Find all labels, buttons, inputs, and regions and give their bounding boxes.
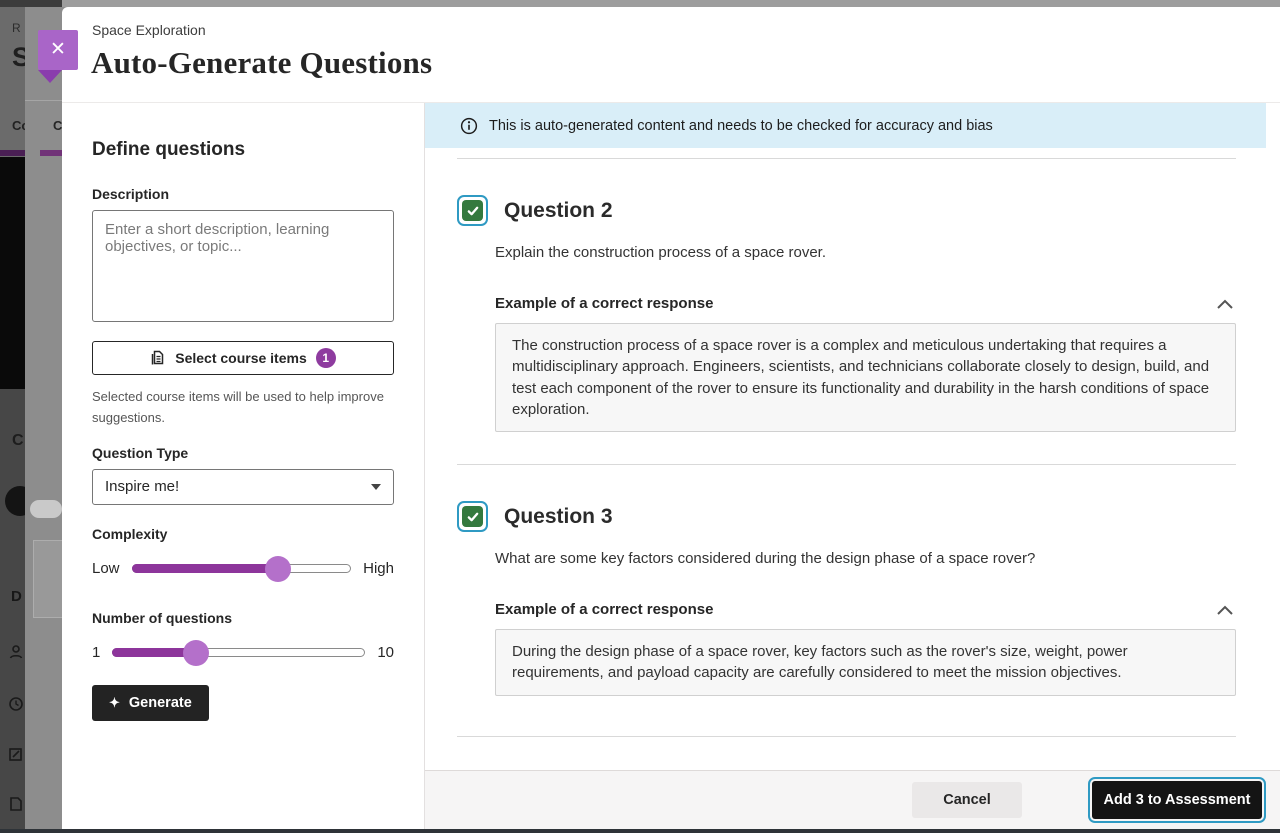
selected-count-badge: 1 bbox=[315, 348, 336, 368]
close-icon: ✕ bbox=[50, 39, 66, 60]
background-tab: Co bbox=[12, 118, 25, 133]
num-questions-label: Number of questions bbox=[92, 609, 233, 626]
question-card: Question 2 Explain the construction proc… bbox=[425, 159, 1280, 464]
example-response-label: Example of a correct response bbox=[495, 295, 714, 312]
helper-text: Selected course items will be used to he… bbox=[92, 389, 384, 426]
course-items-icon bbox=[150, 350, 166, 366]
background-video-block bbox=[0, 157, 25, 389]
checkbox-check-icon bbox=[462, 506, 483, 528]
question-text: What are some key factors considered dur… bbox=[495, 550, 1036, 568]
generate-button[interactable]: ✦ Generate bbox=[92, 684, 209, 721]
divider bbox=[457, 735, 1236, 737]
num-questions-min: 1 bbox=[92, 644, 101, 662]
num-questions-max: 10 bbox=[377, 644, 394, 662]
background-pill bbox=[30, 500, 62, 518]
example-response-text: The construction process of a space rove… bbox=[495, 323, 1236, 433]
edit-icon bbox=[8, 746, 24, 762]
add-to-assessment-button[interactable]: Add 3 to Assessment bbox=[1088, 777, 1266, 823]
example-response-text: During the design phase of a space rover… bbox=[495, 629, 1236, 696]
chevron-up-icon[interactable] bbox=[1214, 296, 1236, 312]
panel-heading: Define questions bbox=[92, 139, 246, 160]
background-panel-edge: C bbox=[25, 0, 62, 833]
background-card bbox=[33, 540, 62, 618]
select-course-items-button[interactable]: Select course items 1 bbox=[92, 341, 394, 375]
num-questions-slider[interactable] bbox=[112, 639, 366, 666]
background-tab-underline bbox=[0, 150, 25, 156]
divider bbox=[25, 100, 62, 101]
document-icon bbox=[8, 796, 24, 812]
chevron-down-icon bbox=[371, 483, 381, 490]
dialog-title: Auto-Generate Questions bbox=[91, 45, 433, 80]
question-type-label: Question Type bbox=[92, 444, 189, 461]
dialog-footer: Cancel Add 3 to Assessment bbox=[425, 770, 1280, 829]
cancel-button[interactable]: Cancel bbox=[912, 782, 1022, 818]
generate-label: Generate bbox=[128, 694, 192, 711]
complexity-label: Complexity bbox=[92, 525, 168, 542]
question-type-value: Inspire me! bbox=[105, 478, 180, 496]
example-response-label: Example of a correct response bbox=[495, 601, 714, 619]
description-label: Description bbox=[92, 186, 170, 202]
background-page-left-column: R S Co C D bbox=[0, 0, 25, 833]
checkbox-check-icon bbox=[462, 200, 483, 221]
description-input[interactable] bbox=[92, 210, 394, 322]
complexity-slider-thumb[interactable] bbox=[265, 555, 292, 582]
info-icon bbox=[460, 117, 478, 135]
background-bottom-edge bbox=[0, 829, 1280, 833]
slider-fill bbox=[131, 564, 278, 574]
complexity-slider[interactable] bbox=[131, 555, 352, 582]
questions-scroll-area[interactable]: Question 2 Explain the construction proc… bbox=[425, 148, 1280, 770]
num-questions-slider-thumb[interactable] bbox=[183, 639, 210, 666]
clock-icon bbox=[8, 696, 24, 712]
question-title: Question 2 bbox=[504, 198, 613, 222]
background-section-heading: C bbox=[12, 432, 24, 449]
question-text: Explain the construction process of a sp… bbox=[495, 244, 827, 261]
define-questions-panel: Define questions Description Select cour… bbox=[62, 103, 425, 829]
question-checkbox[interactable] bbox=[457, 501, 488, 533]
screen: R S Co C D C bbox=[0, 0, 1280, 833]
course-name: Space Exploration bbox=[92, 22, 206, 38]
question-card: Question 3 What are some key factors con… bbox=[425, 465, 1280, 736]
close-button[interactable]: ✕ bbox=[38, 30, 78, 70]
generated-questions-area: This is auto-generated content and needs… bbox=[425, 103, 1280, 829]
complexity-low-label: Low bbox=[92, 560, 120, 578]
person-icon bbox=[8, 644, 24, 660]
background-page-title: S bbox=[12, 42, 25, 72]
background-breadcrumb: R bbox=[12, 21, 21, 35]
question-type-select[interactable]: Inspire me! bbox=[92, 468, 394, 505]
ai-content-banner: This is auto-generated content and needs… bbox=[425, 103, 1266, 148]
question-checkbox[interactable] bbox=[457, 195, 488, 226]
select-course-items-label: Select course items bbox=[175, 350, 307, 366]
avatar bbox=[5, 486, 25, 516]
background-tab: C bbox=[53, 118, 62, 133]
chevron-up-icon[interactable] bbox=[1214, 602, 1236, 618]
banner-text: This is auto-generated content and needs… bbox=[489, 117, 993, 134]
background-top-edge bbox=[0, 0, 1280, 7]
background-top-edge-dark bbox=[0, 0, 62, 7]
dialog-header: Space Exploration Auto-Generate Question… bbox=[62, 7, 1280, 103]
background-tab-underline bbox=[40, 150, 62, 156]
complexity-high-label: High bbox=[363, 560, 394, 578]
question-title: Question 3 bbox=[504, 504, 613, 528]
auto-generate-questions-dialog: ✕ Space Exploration Auto-Generate Questi… bbox=[38, 7, 1280, 829]
background-section-heading: D bbox=[11, 588, 22, 605]
sparkle-icon: ✦ bbox=[109, 695, 120, 711]
